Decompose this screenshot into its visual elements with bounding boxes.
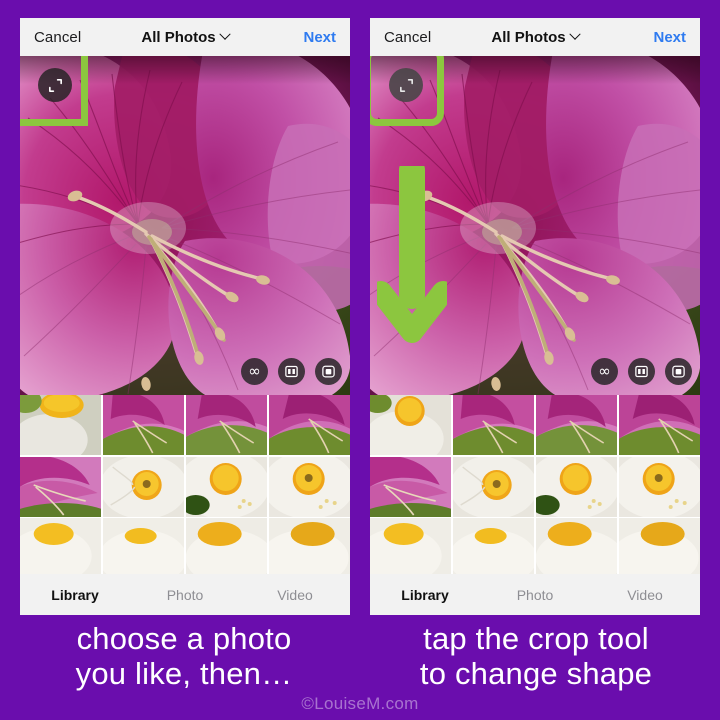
navigation-bar: Cancel All Photos Next xyxy=(370,18,700,56)
phone-screenshot-left: Cancel All Photos Next ∞ Library Photo V… xyxy=(20,18,350,615)
grid-thumbnail[interactable] xyxy=(618,518,700,574)
layout-icon[interactable] xyxy=(278,358,305,385)
crop-icon xyxy=(48,78,62,92)
album-title: All Photos xyxy=(141,28,216,46)
caption-left-line1: choose a photo xyxy=(76,621,292,656)
grid-thumbnail[interactable] xyxy=(102,456,185,517)
tab-photo[interactable]: Photo xyxy=(480,587,590,603)
tab-library[interactable]: Library xyxy=(370,587,480,603)
tab-video[interactable]: Video xyxy=(240,587,350,603)
grid-thumbnail[interactable] xyxy=(535,518,618,574)
caption-right: tap the crop tool to change shape xyxy=(366,621,706,691)
grid-thumbnail[interactable] xyxy=(535,395,618,455)
down-arrow-icon xyxy=(377,166,447,343)
crop-icon xyxy=(399,78,413,92)
grid-thumbnail[interactable] xyxy=(618,456,700,517)
caption-left: choose a photo you like, then… xyxy=(14,621,354,691)
grid-thumbnail[interactable] xyxy=(20,456,102,517)
phone-screenshot-right: Cancel All Photos Next ∞ Library Photo V… xyxy=(370,18,700,615)
infinity-icon[interactable]: ∞ xyxy=(241,358,268,385)
layout-icon[interactable] xyxy=(628,358,655,385)
tab-photo[interactable]: Photo xyxy=(130,587,240,603)
next-button[interactable]: Next xyxy=(303,29,336,46)
grid-thumbnail[interactable] xyxy=(452,395,535,455)
grid-thumbnail[interactable] xyxy=(268,518,350,574)
grid-thumbnail[interactable] xyxy=(370,395,452,455)
chevron-down-icon xyxy=(568,28,581,40)
grid-thumbnail[interactable] xyxy=(102,395,185,455)
photo-grid-right[interactable] xyxy=(370,395,700,574)
grid-thumbnail[interactable] xyxy=(185,456,268,517)
bottom-tab-bar: Library Photo Video xyxy=(370,574,700,615)
caption-right-line1: tap the crop tool xyxy=(423,621,649,656)
cancel-button[interactable]: Cancel xyxy=(34,29,81,46)
grid-thumbnail[interactable] xyxy=(185,395,268,455)
grid-thumbnail[interactable] xyxy=(370,518,452,574)
infinity-icon[interactable]: ∞ xyxy=(591,358,618,385)
rounded-square-icon[interactable] xyxy=(315,358,342,385)
photo-preview-right[interactable]: ∞ xyxy=(370,56,700,395)
grid-thumbnail[interactable] xyxy=(370,456,452,517)
navigation-bar: Cancel All Photos Next xyxy=(20,18,350,56)
grid-thumbnail[interactable] xyxy=(102,518,185,574)
crop-tool-button[interactable] xyxy=(389,68,423,102)
rounded-square-icon[interactable] xyxy=(665,358,692,385)
crop-tool-button[interactable] xyxy=(38,68,72,102)
grid-thumbnail[interactable] xyxy=(20,395,102,455)
grid-thumbnail[interactable] xyxy=(20,518,102,574)
caption-right-line2: to change shape xyxy=(419,655,653,691)
next-button[interactable]: Next xyxy=(653,29,686,46)
grid-thumbnail[interactable] xyxy=(452,456,535,517)
cancel-button[interactable]: Cancel xyxy=(384,29,431,46)
grid-thumbnail[interactable] xyxy=(268,395,350,455)
watermark: ©LouiseM.com xyxy=(301,694,419,713)
album-title: All Photos xyxy=(491,28,566,46)
caption-left-line2: you like, then… xyxy=(75,655,293,691)
grid-thumbnail[interactable] xyxy=(535,456,618,517)
photo-grid-left[interactable] xyxy=(20,395,350,574)
bottom-tab-bar: Library Photo Video xyxy=(20,574,350,615)
grid-thumbnail[interactable] xyxy=(185,518,268,574)
photo-preview-left[interactable]: ∞ xyxy=(20,56,350,395)
capture-mode-tools: ∞ xyxy=(591,358,692,385)
chevron-down-icon xyxy=(218,28,231,40)
tab-library[interactable]: Library xyxy=(20,587,130,603)
poster-canvas: Cancel All Photos Next ∞ Library Photo V… xyxy=(0,0,720,720)
grid-thumbnail[interactable] xyxy=(618,395,700,455)
tab-video[interactable]: Video xyxy=(590,587,700,603)
capture-mode-tools: ∞ xyxy=(241,358,342,385)
grid-thumbnail[interactable] xyxy=(452,518,535,574)
grid-thumbnail[interactable] xyxy=(268,456,350,517)
